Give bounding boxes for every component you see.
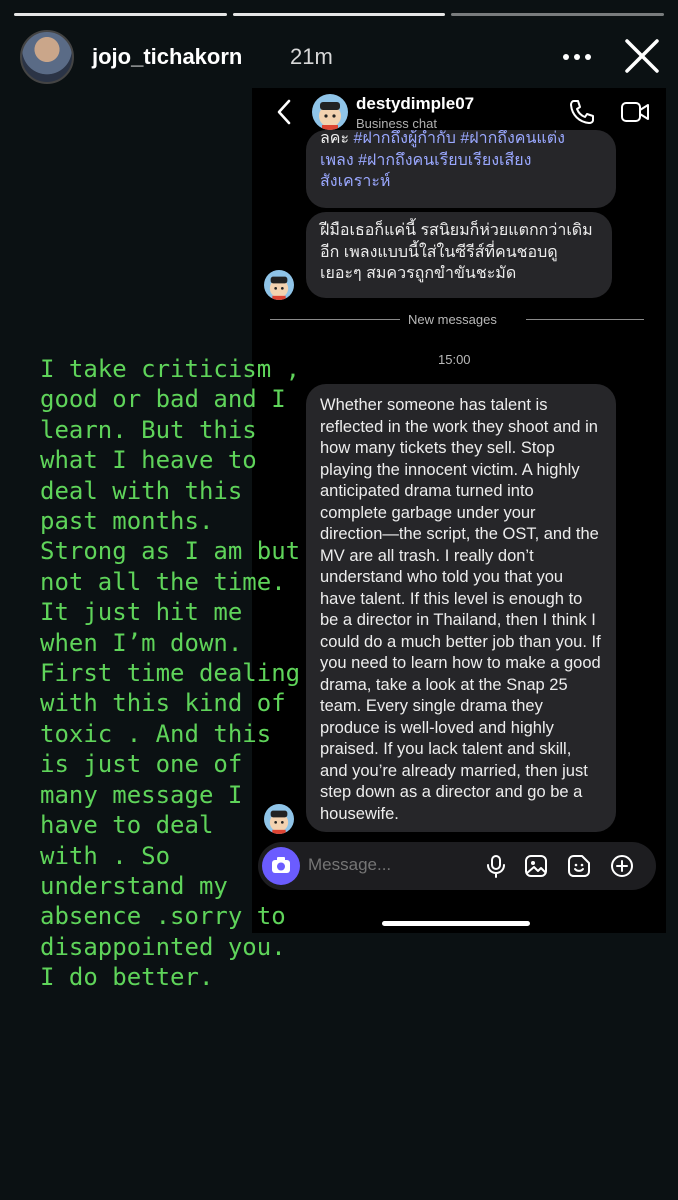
plus-circle-icon[interactable] bbox=[610, 854, 634, 878]
phone-icon[interactable] bbox=[568, 98, 596, 126]
story-progress-bar bbox=[14, 13, 665, 16]
progress-segment bbox=[451, 13, 665, 16]
caption-line: understand my bbox=[40, 871, 228, 900]
message-text: ฝีมือเธอก็แค่นี้ รสนิยมก็ห่วยแตกกว่าเดิม… bbox=[320, 222, 593, 282]
contact-name[interactable]: destydimple07 bbox=[356, 94, 474, 114]
sender-avatar[interactable] bbox=[264, 270, 294, 300]
microphone-icon[interactable] bbox=[484, 854, 508, 878]
story-caption: I take criticism , good or bad and I lea… bbox=[40, 354, 340, 993]
more-dots-icon[interactable] bbox=[560, 42, 594, 72]
gallery-icon[interactable] bbox=[524, 854, 548, 878]
progress-segment bbox=[14, 13, 227, 16]
caption-line: First time dealing bbox=[40, 659, 301, 688]
caption-line: toxic . And this bbox=[40, 719, 272, 748]
contact-subtitle: Business chat bbox=[356, 116, 437, 131]
message-text: ลคะ #ฝากถึงผู้กำกับ #ฝากถึงคนแต่ง เพลง #… bbox=[320, 130, 602, 193]
caption-line: when I’m down. bbox=[40, 628, 243, 657]
caption-line: have to deal bbox=[40, 811, 214, 840]
caption-line: not all the time. bbox=[40, 567, 286, 596]
message-bubble[interactable]: Whether someone has talent is reflected … bbox=[306, 384, 616, 832]
new-messages-label: New messages bbox=[408, 312, 497, 327]
caption-line: I take criticism , bbox=[40, 355, 301, 383]
close-icon[interactable] bbox=[622, 36, 662, 76]
video-camera-icon[interactable] bbox=[620, 100, 650, 124]
divider-line bbox=[526, 319, 644, 320]
caption-line: what I heave to bbox=[40, 446, 257, 475]
new-messages-divider: New messages bbox=[270, 312, 644, 327]
caption-line: with this kind of bbox=[40, 689, 286, 718]
message-bubble[interactable]: ลคะ #ฝากถึงผู้กำกับ #ฝากถึงคนแต่ง เพลง #… bbox=[306, 130, 616, 208]
caption-line: past months. bbox=[40, 507, 214, 536]
caption-line: absence .sorry to bbox=[40, 902, 286, 931]
home-indicator bbox=[382, 921, 530, 926]
caption-line: learn. But this bbox=[40, 415, 257, 444]
story-username[interactable]: jojo_tichakorn bbox=[92, 44, 242, 70]
sticker-icon[interactable] bbox=[567, 854, 591, 878]
caption-line: disappointed you. bbox=[40, 932, 286, 961]
caption-line: deal with this bbox=[40, 476, 243, 505]
caption-line: is just one of bbox=[40, 750, 243, 779]
caption-line: good or bad and I bbox=[40, 385, 286, 414]
message-timestamp: 15:00 bbox=[438, 352, 471, 367]
story-header: jojo_tichakorn 21m bbox=[20, 30, 664, 86]
caption-line: I do better. bbox=[40, 963, 214, 992]
contact-avatar[interactable] bbox=[312, 94, 348, 130]
divider-line bbox=[270, 319, 400, 320]
message-bubble[interactable]: ฝีมือเธอก็แค่นี้ รสนิยมก็ห่วยแตกกว่าเดิม… bbox=[306, 212, 612, 298]
message-text: Whether someone has talent is reflected … bbox=[320, 396, 601, 823]
caption-line: It just hit me bbox=[40, 598, 243, 627]
caption-line: Strong as I am but bbox=[40, 537, 301, 566]
hashtag-link[interactable]: #ฝากถึงผู้กำกับ #ฝากถึงคนแต่ง เพลง #ฝากถ… bbox=[320, 130, 565, 190]
caption-line: with . So bbox=[40, 841, 171, 870]
caption-line: many message I bbox=[40, 780, 243, 809]
progress-segment bbox=[232, 13, 446, 16]
avatar[interactable] bbox=[20, 30, 74, 84]
chevron-left-icon[interactable] bbox=[274, 98, 294, 126]
message-text-part: ลคะ bbox=[320, 130, 354, 147]
story-time-ago: 21m bbox=[290, 44, 333, 69]
